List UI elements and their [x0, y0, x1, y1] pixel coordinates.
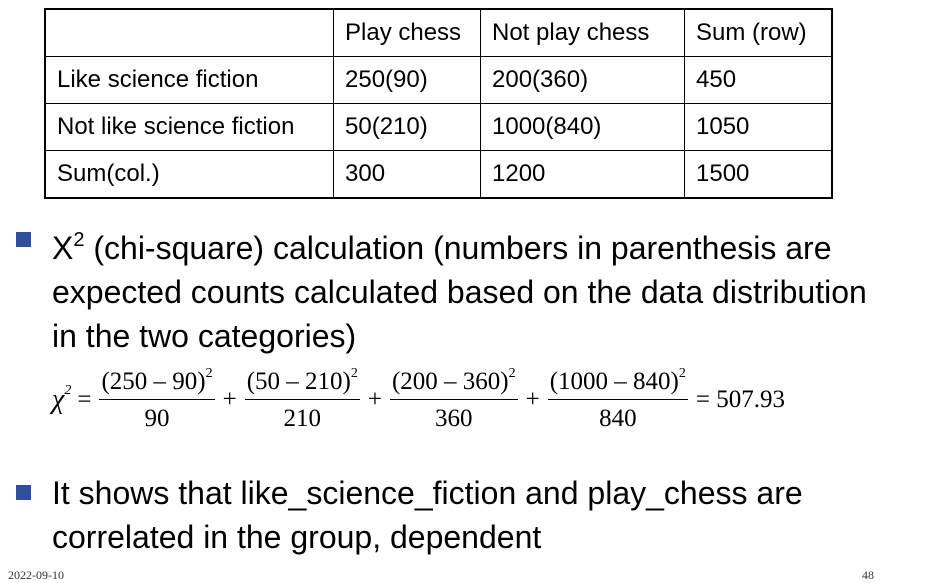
table-header-cell: Play chess: [333, 8, 481, 57]
table-header-cell: [44, 8, 334, 57]
plus-sign: +: [222, 385, 237, 413]
fraction-numerator: (50 – 210)2: [244, 366, 360, 400]
contingency-table: Play chess Not play chess Sum (row) Like…: [44, 8, 833, 199]
table-row: Like science fiction 250(90) 200(360) 45…: [44, 56, 833, 104]
fraction-denominator: 210: [283, 405, 322, 432]
table-cell: Like science fiction: [44, 56, 334, 104]
text-line: in the two categories): [52, 318, 357, 354]
fraction-numerator: (200 – 360)2: [389, 366, 518, 400]
table-header-row: Play chess Not play chess Sum (row): [44, 8, 833, 57]
table-row: Sum(col.) 300 1200 1500: [44, 150, 833, 199]
table-cell: 1500: [684, 150, 833, 199]
formula-result: = 507.93: [695, 385, 785, 413]
table-cell: Sum(col.): [44, 150, 334, 199]
plus-sign: +: [367, 385, 382, 413]
chi-symbol: χ2: [52, 383, 72, 415]
table-cell: 1050: [684, 103, 833, 151]
conclusion-text: It shows that like_science_fiction and p…: [52, 471, 942, 559]
fraction-numerator: (1000 – 840)2: [547, 366, 688, 400]
text-line: It shows that like_science_fiction and p…: [52, 475, 803, 511]
footer-date: 2022-09-10: [8, 568, 64, 582]
table-cell: 1000(840): [480, 103, 685, 151]
table-cell: 1200: [480, 150, 685, 199]
square-bullet-icon: [16, 232, 31, 247]
fraction-numerator: (250 – 90)2: [99, 366, 215, 400]
table-cell: 200(360): [480, 56, 685, 104]
fraction-denominator: 360: [435, 405, 473, 432]
fraction-term: (1000 – 840)2 840: [547, 366, 688, 433]
table-cell: 300: [333, 150, 481, 199]
table-cell: 250(90): [333, 56, 481, 104]
square-bullet-icon: [16, 485, 31, 500]
plus-sign: +: [525, 385, 540, 413]
chi-square-description: X2 (chi-square) calculation (numbers in …: [52, 218, 942, 358]
table-row: Not like science fiction 50(210) 1000(84…: [44, 103, 833, 151]
text-line-content: (chi-square) calculation (numbers in par…: [84, 230, 832, 266]
fraction-term: (50 – 210)2 210: [244, 366, 360, 433]
fraction-term: (200 – 360)2 360: [389, 366, 518, 433]
table-header-cell: Sum (row): [684, 8, 833, 57]
table-cell: 50(210): [333, 103, 481, 151]
table-cell: Not like science fiction: [44, 103, 334, 151]
page-number: 48: [862, 568, 874, 582]
equals-sign: =: [77, 385, 92, 413]
chi-square-formula: χ2 = (250 – 90)2 90 + (50 – 210)2 210 + …: [52, 366, 791, 433]
fraction-denominator: 840: [599, 405, 637, 432]
text-line: X2 (chi-square) calculation (numbers in …: [52, 218, 942, 270]
chi-square-letter: X: [52, 230, 74, 266]
text-line: expected counts calculated based on the …: [52, 274, 867, 310]
text-line: correlated in the group, dependent: [52, 519, 542, 555]
fraction-denominator: 90: [144, 405, 170, 432]
fraction-term: (250 – 90)2 90: [99, 366, 215, 433]
table-header-cell: Not play chess: [480, 8, 685, 57]
superscript: 2: [73, 229, 85, 251]
table-cell: 450: [684, 56, 833, 104]
